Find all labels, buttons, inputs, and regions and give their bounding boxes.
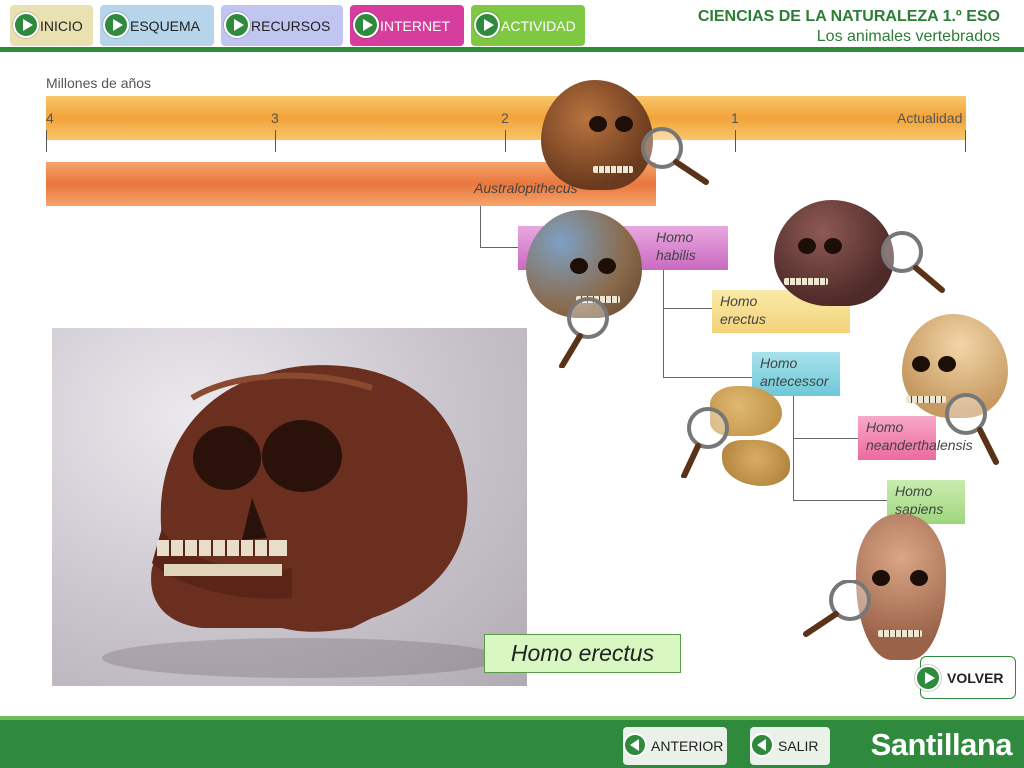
skull-eye <box>910 570 928 586</box>
tick-mark <box>735 130 736 152</box>
skull-eye <box>570 258 588 274</box>
timeline-tick-actualidad: Actualidad <box>897 110 963 126</box>
play-icon <box>915 665 941 691</box>
skull-teeth <box>878 630 922 637</box>
nav-inicio-button[interactable]: INICIO <box>10 5 93 46</box>
species-neanderthalensis-label-2: neanderthalensis <box>866 437 973 453</box>
species-habilis-label-1: Homo <box>656 229 694 245</box>
tick-mark <box>505 130 506 152</box>
play-icon <box>224 12 250 38</box>
species-habilis-label-2: habilis <box>656 247 696 263</box>
magnifier-icon[interactable] <box>678 404 752 478</box>
homo-erectus-photo <box>52 328 527 686</box>
bottom-bar: ANTERIOR SALIR Santillana <box>0 716 1024 768</box>
course-subtitle: Los animales vertebrados <box>816 28 1000 45</box>
play-icon <box>353 12 379 38</box>
nav-internet-button[interactable]: INTERNET <box>350 5 464 46</box>
magnifier-icon[interactable] <box>552 294 626 368</box>
timeline-tick-2: 2 <box>501 110 509 126</box>
skull-eye <box>938 356 956 372</box>
anterior-button[interactable]: ANTERIOR <box>623 727 727 765</box>
salir-button[interactable]: SALIR <box>750 727 830 765</box>
skull-eye <box>912 356 930 372</box>
skull-teeth <box>784 278 828 285</box>
species-antecessor-box[interactable]: Homo antecessor <box>752 352 840 396</box>
salir-label: SALIR <box>778 738 819 754</box>
connector-line <box>480 206 481 248</box>
species-neanderthalensis-label-1: Homo <box>866 419 904 435</box>
skull-eye <box>824 238 842 254</box>
back-arrow-icon <box>750 733 774 757</box>
connector-line <box>663 270 664 378</box>
top-bar: INICIO ESQUEMA RECURSOS INTERNET ACTIVID… <box>0 0 1024 52</box>
magnifier-icon[interactable] <box>942 392 1016 466</box>
connector-line <box>480 247 520 248</box>
skull-eye <box>589 116 607 132</box>
nav-actividad-button[interactable]: ACTIVIDAD <box>471 5 585 46</box>
nav-esquema-button[interactable]: ESQUEMA <box>100 5 214 46</box>
timeline-tick-1: 1 <box>731 110 739 126</box>
skull-eye <box>615 116 633 132</box>
tick-mark <box>275 130 276 152</box>
species-sapiens-label-1: Homo <box>895 483 933 499</box>
magnifier-icon[interactable] <box>802 580 876 654</box>
australopithecus-label: Australopithecus <box>474 180 578 196</box>
timeline-tick-4: 4 <box>46 110 54 126</box>
connector-line <box>793 438 859 439</box>
play-icon <box>13 12 39 38</box>
magnifier-icon[interactable] <box>876 230 950 304</box>
species-neanderthalensis-box[interactable]: Homo neanderthalensis <box>858 416 973 460</box>
nav-recursos-button[interactable]: RECURSOS <box>221 5 343 46</box>
anterior-label: ANTERIOR <box>651 738 724 754</box>
homo-erectus-skull-illustration <box>102 365 502 678</box>
nav-esquema-label: ESQUEMA <box>130 17 201 34</box>
skull-teeth <box>593 166 633 173</box>
skull-eye <box>598 258 616 274</box>
play-icon <box>474 12 500 38</box>
nav-inicio-label: INICIO <box>40 17 83 34</box>
course-title: CIENCIAS DE LA NATURALEZA 1.º ESO <box>697 8 1000 25</box>
volver-label: VOLVER <box>947 669 1004 686</box>
nav-internet-label: INTERNET <box>380 17 450 34</box>
species-antecessor-label-1: Homo <box>760 355 798 371</box>
play-icon <box>103 12 129 38</box>
species-antecessor-label-2: antecessor <box>760 373 829 389</box>
species-erectus-label-2: erectus <box>720 311 766 327</box>
connector-line <box>663 308 713 309</box>
skull-eye <box>798 238 816 254</box>
tick-mark <box>46 130 47 152</box>
nav-actividad-label: ACTIVIDAD <box>501 17 576 34</box>
back-arrow-icon <box>623 733 647 757</box>
skull-teeth <box>906 396 946 403</box>
magnifier-icon[interactable] <box>636 122 710 196</box>
connector-line <box>663 377 753 378</box>
photo-caption: Homo erectus <box>484 634 681 673</box>
connector-line <box>793 500 888 501</box>
volver-button[interactable]: VOLVER <box>915 656 1016 699</box>
timeline-axis-title: Millones de años <box>46 75 152 91</box>
santillana-logo: Santillana <box>870 727 1013 762</box>
nav-recursos-label: RECURSOS <box>251 17 331 34</box>
timeline-tick-3: 3 <box>271 110 279 126</box>
connector-line <box>793 396 794 500</box>
tick-mark <box>965 130 966 152</box>
